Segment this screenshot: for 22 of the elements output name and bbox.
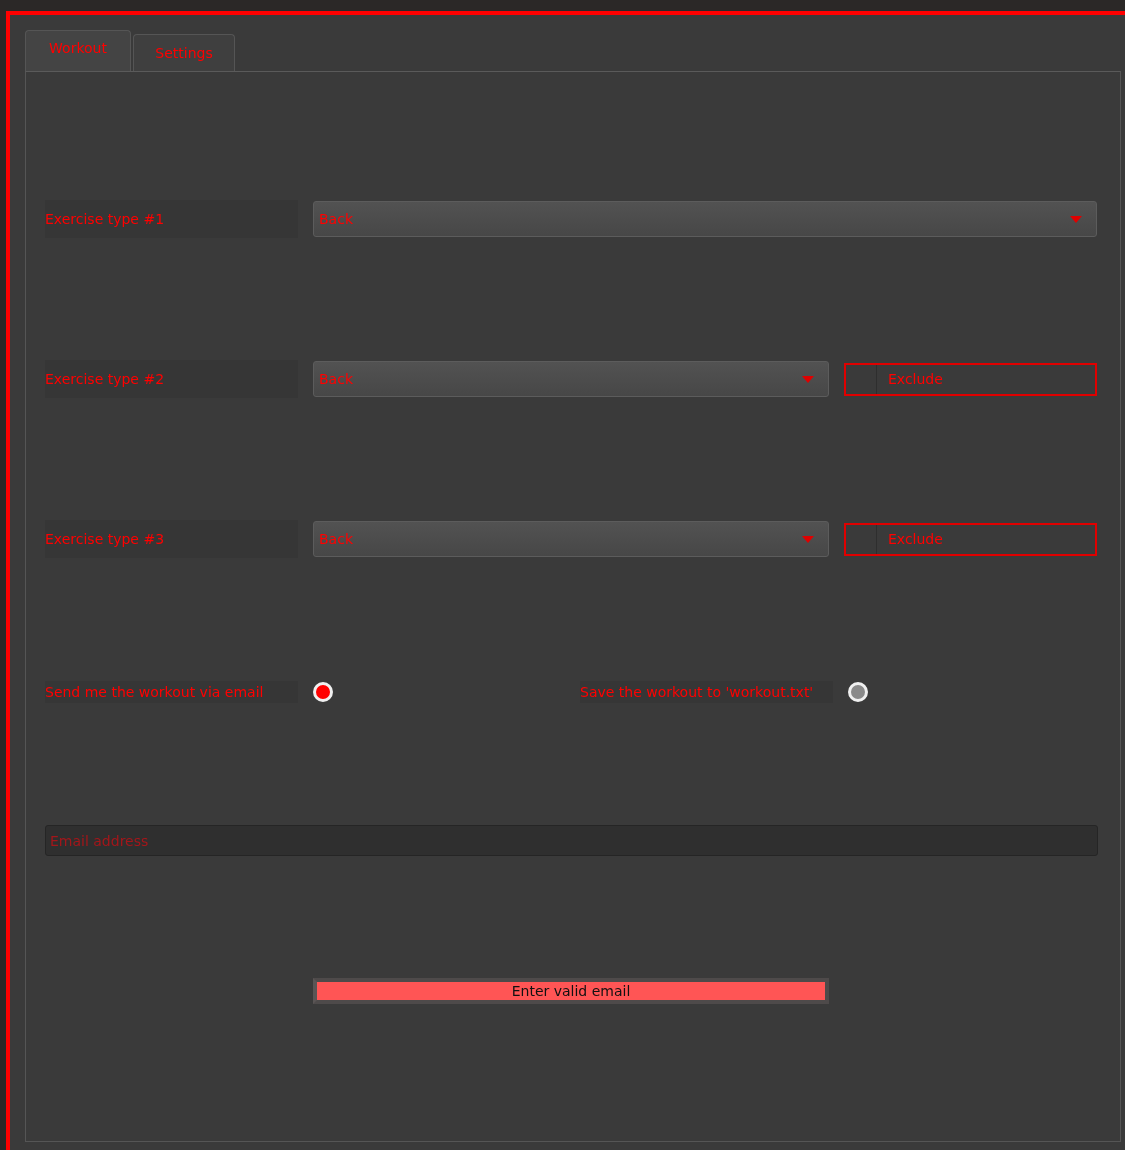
dropdown-value: Back [319,211,353,227]
option-label: Send me the workout via email [45,681,298,703]
email-field[interactable]: Email address [45,825,1098,856]
dropdown-value: Back [319,371,353,387]
tab[interactable]: Settings [133,34,235,71]
caret-icon [802,375,814,383]
exercise-dropdown[interactable]: Back [313,521,829,557]
field-label: Exercise type #1 [45,200,298,238]
dropdown-value: Back [319,531,353,547]
radio-button[interactable] [848,682,868,702]
caret-icon [802,535,814,543]
exclude-checkbox[interactable]: Exclude [844,362,1097,396]
radio-button[interactable] [313,682,333,702]
exercise-dropdown[interactable]: Back [313,201,1097,237]
field-label: Exercise type #3 [45,520,298,558]
caret-icon [1070,215,1082,223]
status-button[interactable]: Enter valid email [313,978,829,1004]
exercise-dropdown[interactable]: Back [313,361,829,397]
field-label: Exercise type #2 [45,360,298,398]
option-label: Save the workout to 'workout.txt' [580,681,833,703]
tab[interactable]: Workout [25,30,131,71]
exclude-checkbox[interactable]: Exclude [844,522,1097,556]
